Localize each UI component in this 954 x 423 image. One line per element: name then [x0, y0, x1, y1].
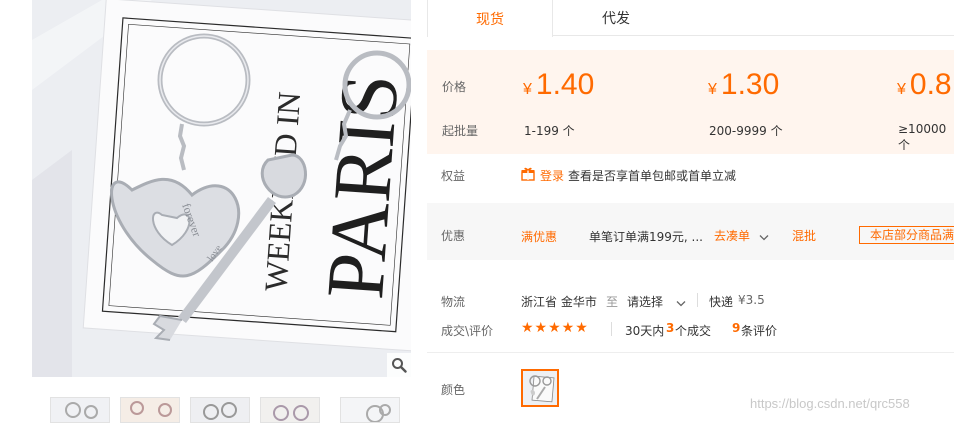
- go-add-items-link[interactable]: 去凑单: [714, 227, 750, 244]
- gift-icon: [521, 167, 535, 184]
- price-panel: [427, 50, 954, 154]
- watermark-text: https://blog.csdn.net/qrc558: [750, 396, 910, 411]
- divider: [427, 352, 954, 353]
- price-value: 1.40: [535, 68, 595, 101]
- product-main-image[interactable]: WEEKEND IN PARIS forever love: [32, 0, 411, 377]
- stock-type-tabs: 现货 代发: [427, 0, 954, 37]
- thumbnail-5[interactable]: [340, 397, 400, 423]
- mixed-batch-link[interactable]: 混批: [792, 227, 816, 244]
- reviews-suffix: 条评价: [741, 324, 778, 338]
- separator: [697, 293, 698, 307]
- thumbnail-1[interactable]: [50, 397, 110, 423]
- color-label: 颜色: [441, 383, 466, 397]
- price-value: 1.30: [720, 68, 780, 101]
- color-option-1[interactable]: [521, 369, 559, 407]
- price-tier-2: ¥1.30: [708, 68, 779, 102]
- price-label: 价格: [442, 80, 467, 94]
- currency-symbol: ¥: [708, 81, 717, 98]
- range-tier-2: 200-9999 个: [709, 124, 783, 138]
- express-label: 快递: [709, 295, 734, 309]
- rights-description: 查看是否享首单包邮或首单立减: [568, 169, 737, 183]
- range-tier-3: ≥10000 个: [898, 122, 947, 152]
- product-photo-illustration: WEEKEND IN PARIS forever love: [32, 0, 411, 377]
- range-tier-1: 1-199 个: [524, 124, 575, 138]
- color-thumbnail: [523, 371, 557, 405]
- currency-symbol: ¥: [523, 81, 532, 98]
- login-link[interactable]: 登录: [540, 167, 564, 184]
- tab-in-stock[interactable]: 现货: [427, 0, 553, 37]
- photo-text-paris: PARIS: [309, 71, 411, 302]
- thumbnail-strip: [50, 397, 400, 423]
- shipping-fee: ¥3.5: [738, 293, 765, 307]
- magnifier-icon: [392, 358, 407, 373]
- price-tier-1: ¥1.40: [523, 68, 594, 102]
- ship-to-word: 至: [606, 295, 619, 309]
- store-promo-tag[interactable]: 本店部分商品满2: [859, 226, 954, 244]
- ship-from: 浙江省 金华市: [521, 295, 597, 309]
- price-tier-3: ¥0.8: [897, 68, 952, 102]
- deals-label: 成交\评价: [441, 324, 494, 338]
- promo-label: 优惠: [441, 229, 466, 243]
- logistics-label: 物流: [441, 295, 466, 309]
- deals-count[interactable]: 3: [666, 321, 674, 335]
- separator: [611, 322, 612, 336]
- deals-count-suffix: 个成交: [675, 324, 712, 338]
- destination-select[interactable]: 请选择: [627, 293, 663, 310]
- promo-type: 满优惠: [521, 230, 558, 244]
- zoom-button[interactable]: [387, 353, 411, 377]
- thumbnail-3[interactable]: [190, 397, 250, 423]
- rating-stars: ★★★★★: [521, 320, 589, 336]
- tab-dropship[interactable]: 代发: [553, 0, 679, 36]
- thumbnail-2[interactable]: [120, 397, 180, 423]
- price-value: 0.8: [909, 68, 952, 101]
- chevron-down-icon[interactable]: [759, 231, 769, 245]
- reviews-count[interactable]: 9: [732, 321, 740, 335]
- chevron-down-icon[interactable]: [676, 297, 686, 311]
- thumbnail-4[interactable]: [260, 397, 320, 423]
- batch-label: 起批量: [442, 124, 479, 138]
- currency-symbol: ¥: [897, 81, 906, 98]
- deals-period: 30天内: [625, 324, 665, 338]
- rights-label: 权益: [441, 169, 466, 183]
- promo-description: 单笔订单满199元, ...: [589, 230, 703, 244]
